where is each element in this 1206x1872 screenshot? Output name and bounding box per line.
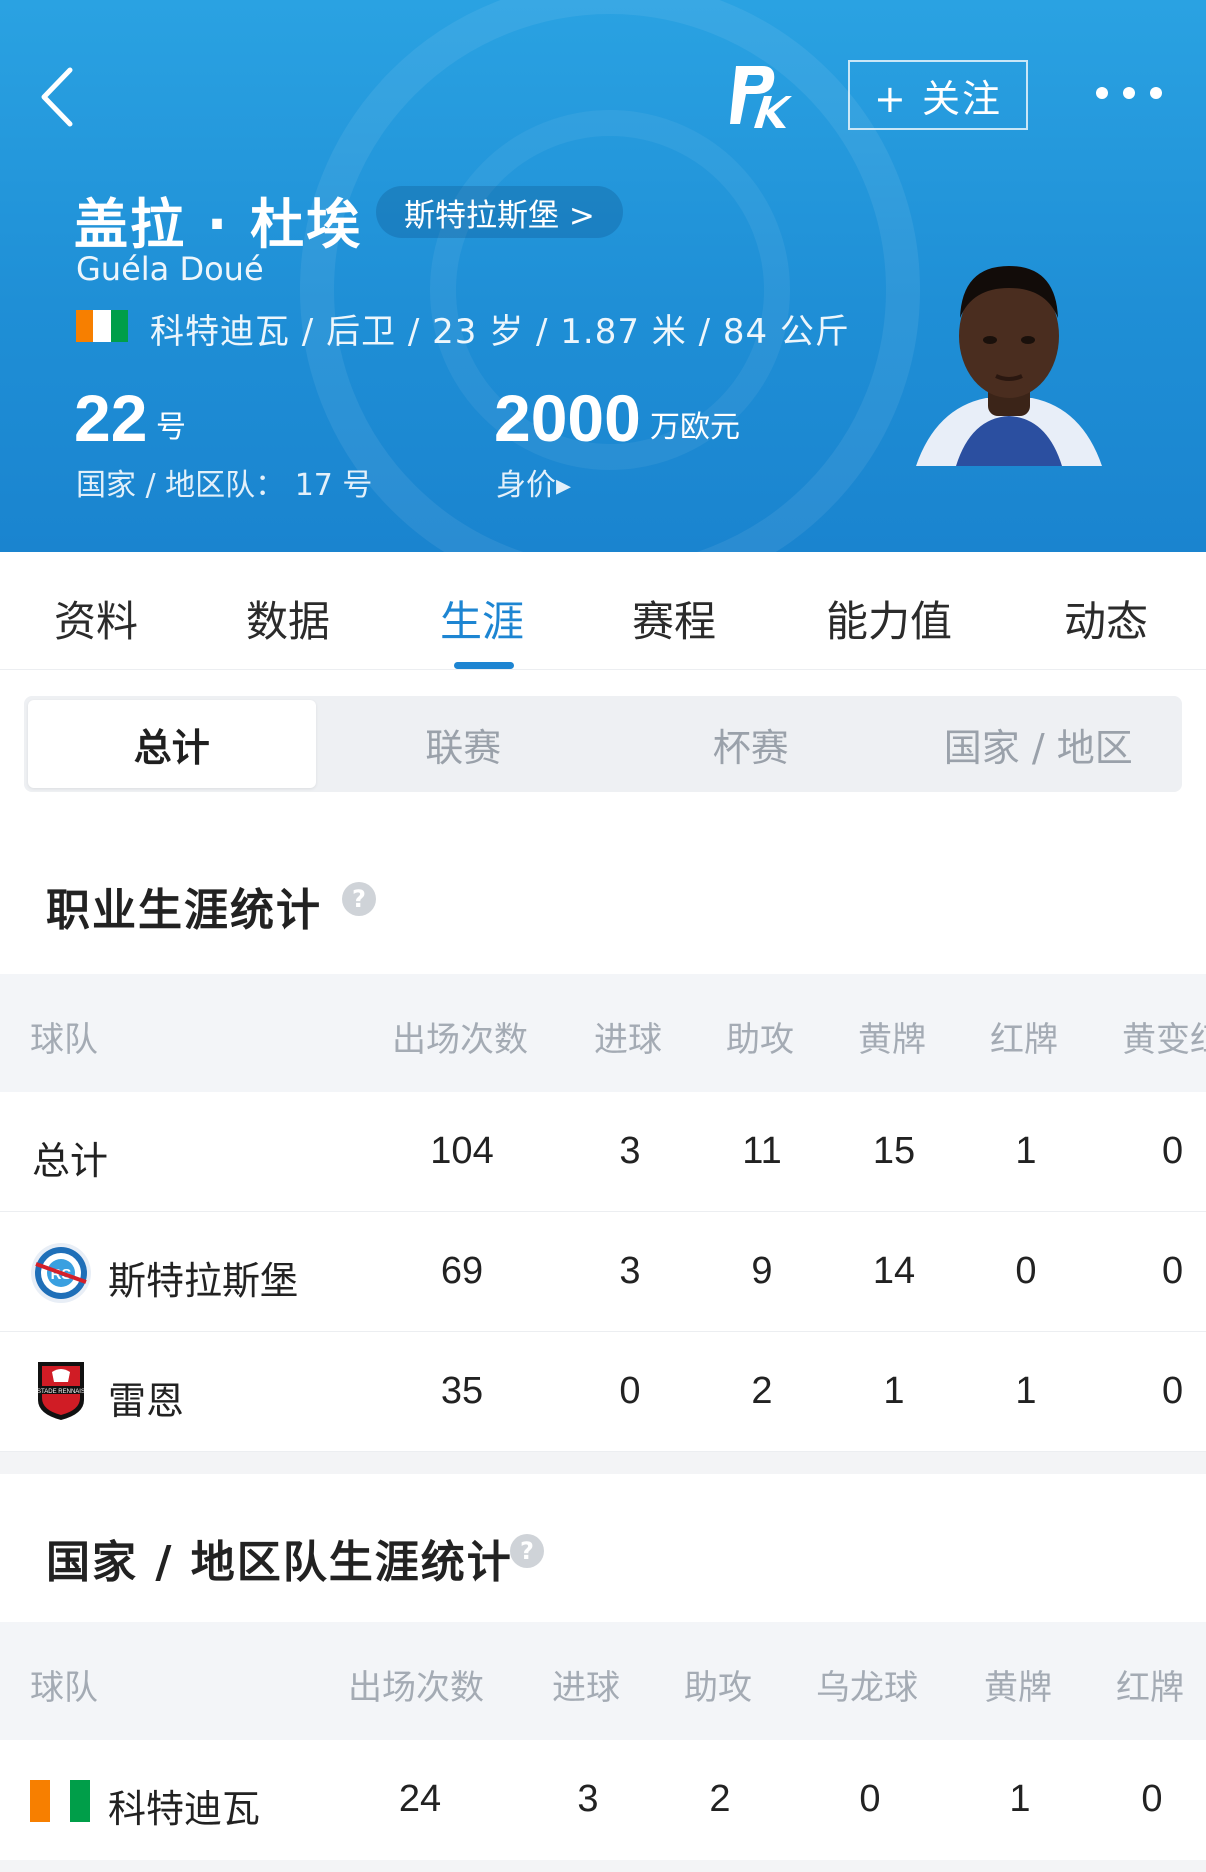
back-button[interactable] [34, 62, 84, 132]
shirt-number: 22 [74, 381, 148, 455]
stat-red-cards: 0 [1141, 1778, 1163, 1820]
stat-appearances: 35 [440, 1370, 484, 1412]
column-header: 进球 [552, 1668, 620, 1708]
svg-text:STADE RENNAIS: STADE RENNAIS [37, 1389, 85, 1395]
stat-goals: 3 [577, 1778, 599, 1820]
tab-career[interactable]: 生涯 [440, 588, 524, 649]
stat-assists: 2 [709, 1778, 731, 1820]
ivory-coast-flag-icon [76, 310, 128, 342]
stat-yellow-cards: 15 [872, 1130, 916, 1172]
shirt-number-unit: 号 [156, 410, 186, 445]
column-header: 红牌 [1116, 1668, 1184, 1708]
column-header: 黄变红 [1122, 1020, 1206, 1060]
column-header: 助攻 [684, 1668, 752, 1708]
help-icon[interactable]: ? [342, 882, 376, 916]
segment-cup[interactable]: 杯赛 [607, 696, 895, 792]
segment-national[interactable]: 国家 / 地区 [895, 696, 1183, 792]
column-header: 出场次数 [392, 1020, 528, 1060]
more-dot-icon [1123, 87, 1135, 99]
tab-ability[interactable]: 能力值 [826, 588, 952, 649]
column-header: 红牌 [990, 1020, 1058, 1060]
table-row[interactable]: 总计 104 3 11 15 1 0 [0, 1092, 1206, 1212]
market-value-link[interactable]: 身价▸ [496, 460, 571, 504]
more-dot-icon [1150, 87, 1162, 99]
market-value-unit: 万欧元 [650, 410, 740, 445]
column-header: 黄牌 [984, 1668, 1052, 1708]
more-dot-icon [1096, 87, 1108, 99]
help-icon[interactable]: ? [510, 1534, 544, 1568]
stat-assists: 11 [742, 1130, 782, 1172]
stat-red-cards: 1 [1015, 1370, 1037, 1412]
stat-red-cards: 0 [1015, 1250, 1037, 1292]
stat-second-yellow: 0 [1162, 1250, 1184, 1292]
pk-logo-icon [730, 66, 792, 128]
tab-stats[interactable]: 数据 [246, 588, 330, 649]
column-header: 出场次数 [348, 1668, 484, 1708]
follow-button[interactable]: + 关注 [848, 60, 1028, 130]
stat-goals: 3 [619, 1130, 641, 1172]
stat-second-yellow: 0 [1162, 1370, 1184, 1412]
column-header: 乌龙球 [816, 1668, 918, 1708]
column-header: 进球 [594, 1020, 662, 1060]
club-link[interactable]: 斯特拉斯堡 > [376, 186, 623, 238]
tab-schedule[interactable]: 赛程 [632, 588, 716, 649]
filter-section: 总计 联赛 杯赛 国家 / 地区 [0, 670, 1206, 798]
tab-news[interactable]: 动态 [1064, 588, 1148, 649]
stat-goals: 3 [619, 1250, 641, 1292]
tab-profile[interactable]: 资料 [54, 588, 138, 649]
section-divider [0, 1452, 1206, 1474]
column-header: 黄牌 [858, 1020, 926, 1060]
club-career-header: 职业生涯统计 ? [0, 798, 1206, 974]
stat-assists: 2 [751, 1370, 773, 1412]
column-header: 球队 [30, 1668, 98, 1708]
ivory-coast-flag-icon [30, 1780, 90, 1822]
segment-league[interactable]: 联赛 [320, 696, 608, 792]
player-header: + 关注 盖拉 · 杜埃 斯特拉斯堡 > Guéla Doué 科特迪瓦 / 后… [0, 0, 1206, 552]
player-meta: 科特迪瓦 / 后卫 / 23 岁 / 1.87 米 / 84 公斤 [150, 312, 850, 352]
national-career-header: 国家 / 地区队生涯统计 ? [0, 1474, 1206, 1622]
stat-assists: 9 [751, 1250, 773, 1292]
column-header: 球队 [30, 1020, 98, 1060]
chevron-left-icon [41, 67, 73, 127]
stat-yellow-cards: 1 [1009, 1778, 1031, 1820]
team-name: 雷恩 [108, 1379, 185, 1423]
strasbourg-crest-icon: RS [31, 1243, 91, 1303]
section-title: 职业生涯统计 [46, 885, 322, 936]
player-photo [916, 266, 1102, 466]
table-row[interactable]: STADE RENNAIS 雷恩 35 0 2 1 1 0 [0, 1332, 1206, 1452]
stat-second-yellow: 0 [1162, 1130, 1184, 1172]
table-row[interactable]: 科特迪瓦 24 3 2 0 1 0 [0, 1740, 1206, 1860]
competition-filter: 总计 联赛 杯赛 国家 / 地区 [24, 696, 1182, 792]
tab-bar: 资料 数据 生涯 赛程 能力值 动态 [0, 552, 1206, 670]
section-title: 国家 / 地区队生涯统计 [46, 1537, 513, 1588]
team-name: 科特迪瓦 [108, 1787, 261, 1831]
market-value: 2000 [494, 381, 641, 455]
stat-own-goals: 0 [859, 1778, 881, 1820]
player-name-english: Guéla Doué [76, 250, 264, 288]
active-tab-indicator [454, 662, 514, 669]
rennes-crest-icon: STADE RENNAIS [37, 1362, 85, 1420]
more-options-button[interactable] [1096, 78, 1162, 108]
player-name: 盖拉 · 杜埃 [74, 193, 363, 256]
stat-yellow-cards: 1 [883, 1370, 905, 1412]
team-name: 斯特拉斯堡 [108, 1259, 299, 1303]
club-career-table-header: 球队 出场次数 进球 助攻 黄牌 红牌 黄变红 [0, 974, 1206, 1092]
stat-appearances: 69 [440, 1250, 484, 1292]
stat-appearances: 104 [430, 1130, 494, 1172]
table-row[interactable]: RS 斯特拉斯堡 69 3 9 14 0 0 [0, 1212, 1206, 1332]
national-career-table-header: 球队 出场次数 进球 助攻 乌龙球 黄牌 红牌 [0, 1622, 1206, 1740]
stat-red-cards: 1 [1015, 1130, 1037, 1172]
column-header: 助攻 [726, 1020, 794, 1060]
segment-total[interactable]: 总计 [28, 700, 316, 788]
national-team-number: 国家 / 地区队： 17 号 [76, 468, 373, 503]
stat-goals: 0 [619, 1370, 641, 1412]
stat-appearances: 24 [398, 1778, 442, 1820]
team-name: 总计 [32, 1139, 109, 1183]
stat-yellow-cards: 14 [872, 1250, 916, 1292]
